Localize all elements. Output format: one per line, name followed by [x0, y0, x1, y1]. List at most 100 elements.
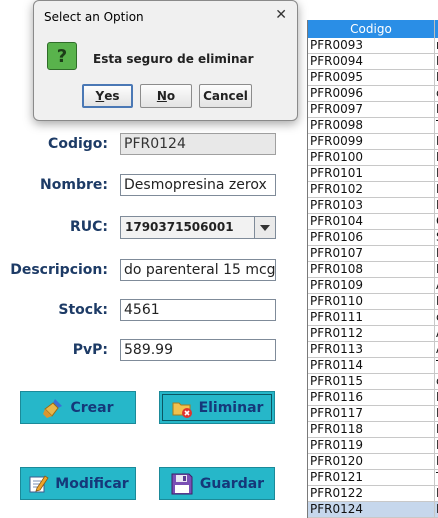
table-cell-codigo: PFR0113 — [308, 342, 435, 357]
table-row[interactable]: PFR0102M — [308, 182, 438, 198]
floppy-disk-icon — [170, 472, 194, 496]
close-icon[interactable]: ✕ — [275, 7, 287, 23]
pvp-input[interactable]: 589.99 — [120, 339, 276, 361]
yes-mnemonic: Y — [95, 89, 105, 103]
column-header-codigo[interactable]: Codigo — [308, 20, 435, 38]
modificar-button[interactable]: Modificar — [20, 467, 136, 500]
edit-note-icon — [27, 473, 49, 495]
table-cell-codigo: PFR0099 — [308, 134, 435, 149]
table-cell-codigo: PFR0120 — [308, 454, 435, 469]
table-row[interactable]: PFR0114T — [308, 358, 438, 374]
table-cell-codigo: PFR0093 — [308, 38, 435, 53]
table-cell-codigo: PFR0102 — [308, 182, 435, 197]
table-cell-codigo: PFR0103 — [308, 198, 435, 213]
table-row[interactable]: PFR0107E — [308, 246, 438, 262]
table-row[interactable]: PFR0100L — [308, 150, 438, 166]
cancel-button[interactable]: Cancel — [199, 84, 252, 108]
stock-label: Stock: — [58, 302, 108, 318]
table-row[interactable]: PFR0124D — [308, 502, 438, 518]
guardar-button-label: Guardar — [199, 475, 265, 492]
table-row[interactable]: PFR0097F — [308, 102, 438, 118]
table-row[interactable]: PFR0113A — [308, 342, 438, 358]
table-row[interactable]: PFR0110E — [308, 294, 438, 310]
cancel-label: Cancel — [203, 89, 248, 103]
yes-label: es — [104, 89, 120, 103]
dialog-title: Select an Option — [44, 10, 144, 24]
products-table[interactable]: Codigo PFR0093nPFR0094LPFR0095LPFR0096cP… — [307, 20, 438, 518]
table-cell-codigo: PFR0111 — [308, 310, 435, 325]
table-cell-codigo: PFR0119 — [308, 438, 435, 453]
stock-input[interactable]: 4561 — [120, 299, 276, 321]
table-row[interactable]: PFR0106S — [308, 230, 438, 246]
table-row[interactable]: PFR0115c — [308, 374, 438, 390]
table-body: PFR0093nPFR0094LPFR0095LPFR0096cPFR0097F… — [308, 38, 438, 518]
table-row[interactable]: PFR0108N — [308, 262, 438, 278]
nombre-input[interactable]: Desmopresina zerox — [120, 174, 276, 196]
chevron-down-icon[interactable] — [254, 217, 275, 238]
table-row[interactable]: PFR0117L — [308, 406, 438, 422]
table-cell-codigo: PFR0101 — [308, 166, 435, 181]
table-cell-codigo: PFR0108 — [308, 262, 435, 277]
crear-button[interactable]: Crear — [20, 391, 136, 424]
table-row[interactable]: PFR0099F — [308, 134, 438, 150]
table-cell-codigo: PFR0098 — [308, 118, 435, 133]
no-button[interactable]: No — [140, 84, 192, 108]
table-row[interactable]: PFR0101M — [308, 166, 438, 182]
nombre-label: Nombre: — [40, 177, 108, 193]
table-row[interactable]: PFR0116D — [308, 390, 438, 406]
table-row[interactable]: PFR0093n — [308, 38, 438, 54]
table-row[interactable]: PFR0103L — [308, 198, 438, 214]
crear-button-label: Crear — [70, 399, 114, 416]
table-row[interactable]: PFR0094L — [308, 54, 438, 70]
table-row[interactable]: PFR0118N — [308, 422, 438, 438]
table-cell-codigo: PFR0110 — [308, 294, 435, 309]
table-cell-codigo: PFR0121 — [308, 470, 435, 485]
table-row[interactable]: PFR0111c — [308, 310, 438, 326]
codigo-field: PFR0124 — [120, 133, 276, 155]
codigo-label: Codigo: — [48, 136, 108, 152]
table-row[interactable]: PFR0109A — [308, 278, 438, 294]
table-row[interactable]: PFR0121T — [308, 470, 438, 486]
ruc-select[interactable]: 1790371506001 — [120, 216, 276, 239]
dialog-message: Esta seguro de eliminar — [93, 52, 254, 66]
guardar-button[interactable]: Guardar — [159, 467, 275, 500]
descripcion-label: Descripcion: — [10, 262, 108, 278]
table-row[interactable]: PFR0120D — [308, 454, 438, 470]
table-cell-codigo: PFR0100 — [308, 150, 435, 165]
table-header: Codigo — [308, 20, 438, 38]
confirm-dialog: Select an Option ✕ ? Esta seguro de elim… — [33, 0, 298, 121]
table-cell-codigo: PFR0096 — [308, 86, 435, 101]
table-cell-codigo: PFR0095 — [308, 70, 435, 85]
table-row[interactable]: PFR0095L — [308, 70, 438, 86]
no-label: o — [166, 89, 176, 103]
question-icon: ? — [47, 42, 77, 70]
descripcion-input[interactable]: do parenteral 15 mcg/ml — [120, 259, 276, 281]
table-row[interactable]: PFR0098T — [308, 118, 438, 134]
table-row[interactable]: PFR0122D — [308, 486, 438, 502]
table-cell-codigo: PFR0116 — [308, 390, 435, 405]
broom-icon — [42, 397, 64, 419]
eliminar-button[interactable]: Eliminar — [159, 391, 275, 424]
table-cell-codigo: PFR0107 — [308, 246, 435, 261]
table-cell-codigo: PFR0106 — [308, 230, 435, 245]
table-cell-codigo: PFR0124 — [308, 502, 435, 517]
table-row[interactable]: PFR0096c — [308, 86, 438, 102]
no-mnemonic: N — [156, 89, 167, 103]
eliminar-button-label: Eliminar — [198, 399, 264, 416]
ruc-selected-value: 1790371506001 — [125, 220, 234, 234]
table-cell-codigo: PFR0117 — [308, 406, 435, 421]
table-cell-codigo: PFR0122 — [308, 486, 435, 501]
table-cell-codigo: PFR0112 — [308, 326, 435, 341]
table-cell-codigo: PFR0115 — [308, 374, 435, 389]
table-cell-codigo: PFR0097 — [308, 102, 435, 117]
table-row[interactable]: PFR0112A — [308, 326, 438, 342]
table-row[interactable]: PFR0119F — [308, 438, 438, 454]
yes-button[interactable]: Yes — [82, 84, 133, 108]
table-cell-codigo: PFR0114 — [308, 358, 435, 373]
modificar-button-label: Modificar — [55, 475, 129, 492]
table-cell-codigo: PFR0104 — [308, 214, 435, 229]
table-cell-codigo: PFR0094 — [308, 54, 435, 69]
pvp-label: PvP: — [72, 342, 108, 358]
table-row[interactable]: PFR0104C — [308, 214, 438, 230]
table-cell-codigo: PFR0109 — [308, 278, 435, 293]
